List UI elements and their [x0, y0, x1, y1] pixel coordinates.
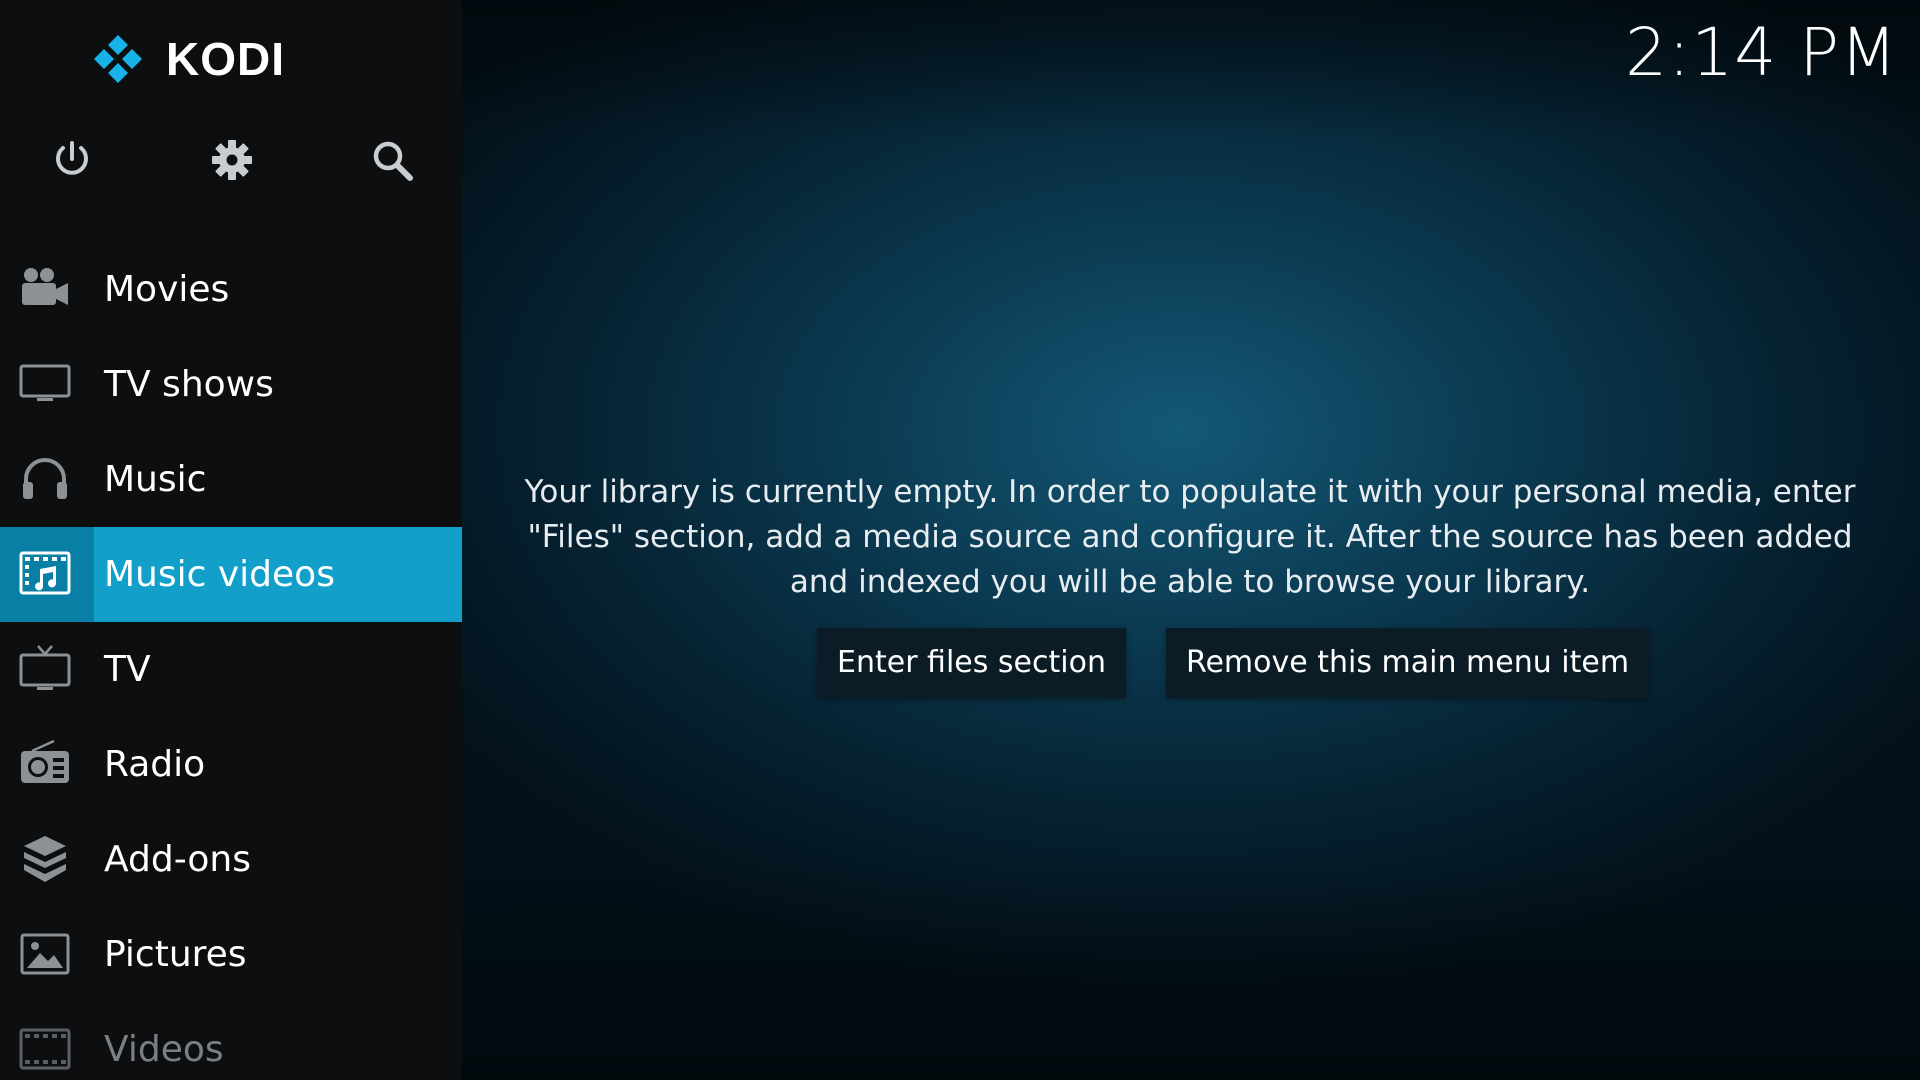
brand-name: KODI	[166, 33, 285, 85]
menu-item-label: Movies	[104, 269, 230, 310]
power-icon	[56, 141, 88, 175]
kodi-logo: KODI	[88, 28, 285, 90]
top-icon-bar	[0, 130, 462, 190]
menu-item-label: Music	[104, 459, 207, 500]
gear-icon	[212, 140, 252, 180]
movie-camera-icon	[18, 262, 72, 316]
menu-item-label: Add-ons	[104, 839, 251, 880]
menu-item-videos[interactable]: Videos	[0, 1002, 462, 1080]
picture-icon	[18, 927, 72, 981]
menu-item-add-ons[interactable]: Add-ons	[0, 812, 462, 907]
main-menu: Movies TV shows Music Music videos TV Ra…	[0, 242, 462, 1080]
monitor-icon	[18, 357, 72, 411]
menu-item-tv[interactable]: TV	[0, 622, 462, 717]
sidebar: KODI Movies TV shows Music Music videos …	[0, 0, 462, 1080]
clock: 2:14 PM	[1625, 14, 1898, 91]
menu-item-tv-shows[interactable]: TV shows	[0, 337, 462, 432]
menu-item-label: Pictures	[104, 934, 247, 975]
menu-item-music-videos[interactable]: Music videos	[0, 527, 462, 622]
menu-item-label: Videos	[104, 1029, 224, 1070]
kodi-home-screen: KODI Movies TV shows Music Music videos …	[0, 0, 1920, 1080]
search-icon	[373, 141, 413, 181]
menu-item-label: Music videos	[104, 554, 335, 595]
menu-item-label: TV shows	[104, 364, 274, 405]
film-strip-icon	[18, 1022, 72, 1076]
menu-item-label: TV	[104, 649, 151, 690]
menu-item-pictures[interactable]: Pictures	[0, 907, 462, 1002]
headphones-icon	[18, 452, 72, 506]
power-button[interactable]	[42, 130, 102, 190]
search-button[interactable]	[362, 130, 422, 190]
empty-library-message: Your library is currently empty. In orde…	[524, 474, 1856, 600]
enter-files-section-button[interactable]: Enter files section	[817, 628, 1126, 698]
remove-menu-item-button[interactable]: Remove this main menu item	[1165, 628, 1650, 698]
settings-button[interactable]	[202, 130, 262, 190]
menu-item-movies[interactable]: Movies	[0, 242, 462, 337]
kodi-logo-icon	[94, 35, 142, 83]
menu-item-music[interactable]: Music	[0, 432, 462, 527]
addons-box-icon	[18, 832, 72, 886]
menu-item-radio[interactable]: Radio	[0, 717, 462, 812]
radio-icon	[18, 737, 72, 791]
action-buttons: Enter files section Remove this main men…	[817, 628, 1650, 698]
menu-item-label: Radio	[104, 744, 206, 785]
tv-icon	[18, 642, 72, 696]
music-video-icon	[18, 547, 72, 601]
